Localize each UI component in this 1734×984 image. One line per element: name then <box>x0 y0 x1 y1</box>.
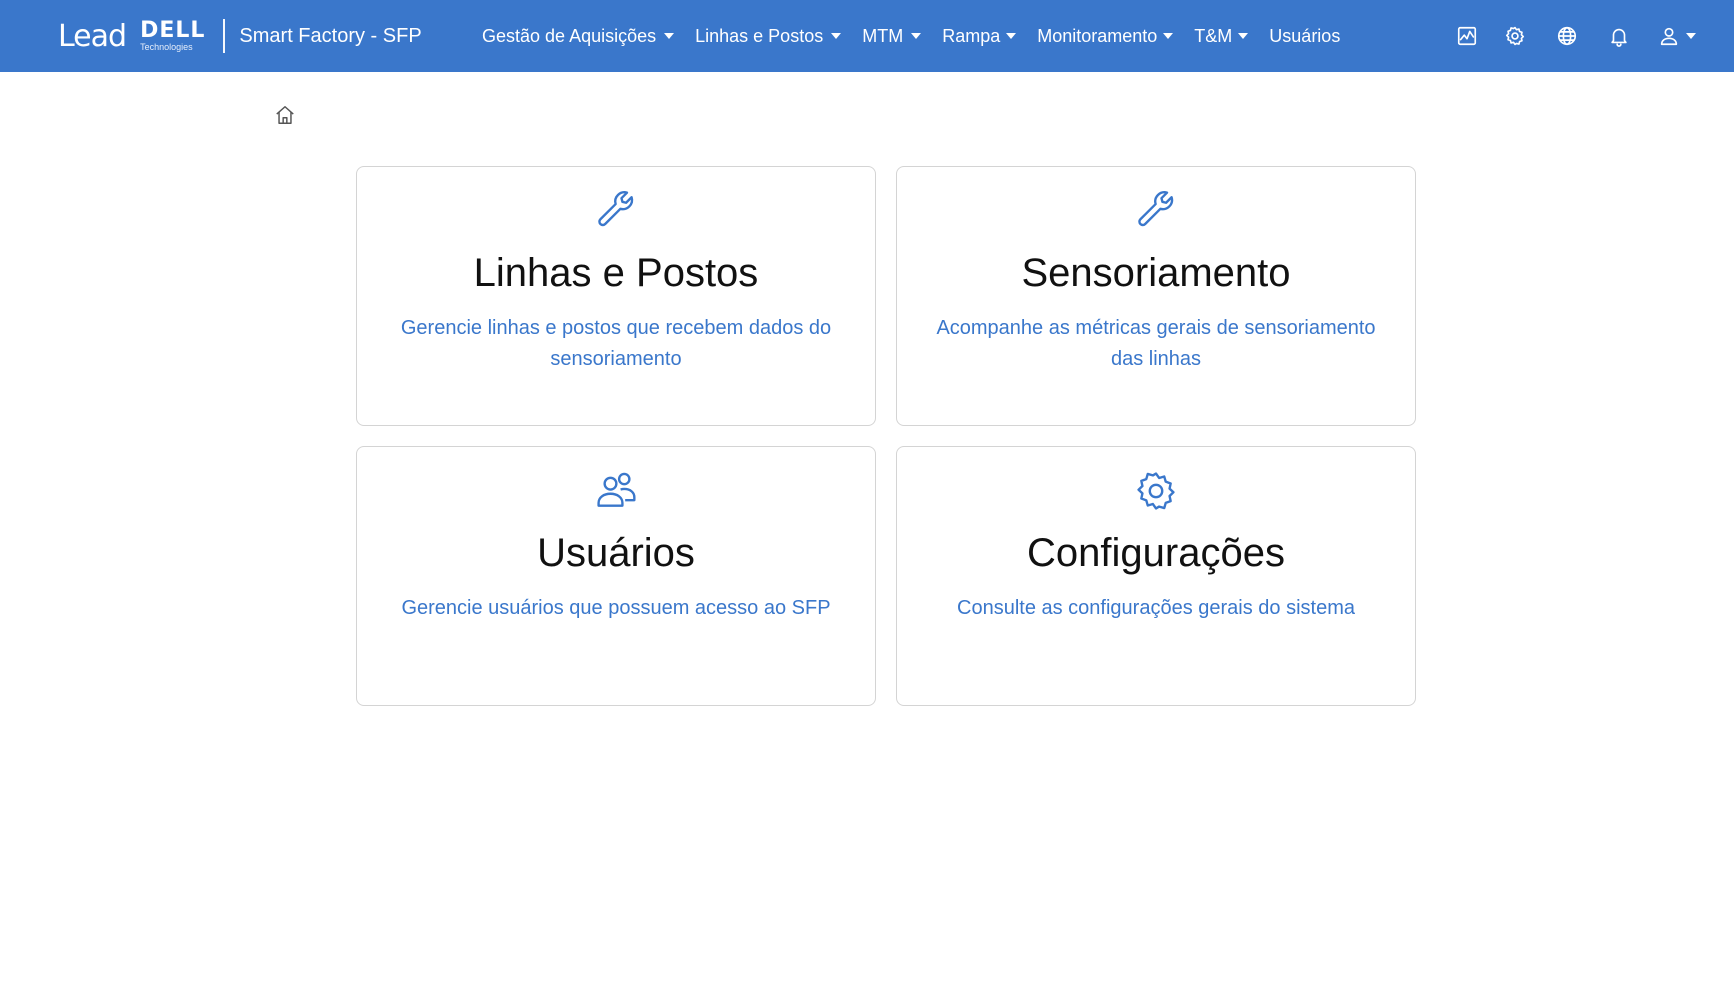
users-icon <box>357 469 875 513</box>
card-description: Gerencie usuários que possuem acesso ao … <box>401 597 831 619</box>
brand[interactable]: Lead DELL Technologies Smart Factory - S… <box>58 0 422 72</box>
dell-logo: DELL Technologies <box>140 20 205 52</box>
nav-usuarios[interactable]: Usuários <box>1269 26 1340 47</box>
caret-down-icon <box>1238 33 1249 39</box>
card-title: Configurações <box>1027 531 1285 575</box>
card-description: Acompanhe as métricas gerais de sensoria… <box>936 317 1376 370</box>
caret-down-icon <box>911 33 922 39</box>
nav-label: MTM <box>862 25 904 46</box>
card-description: Gerencie linhas e postos que recebem dad… <box>400 317 832 370</box>
main-nav: Gestão de Aquisições Linhas e Postos MTM… <box>482 0 1361 72</box>
nav-label: Monitoramento <box>1037 25 1158 46</box>
caret-down-icon <box>1163 33 1174 39</box>
caret-down-icon <box>664 33 675 39</box>
wrench-icon <box>357 189 875 233</box>
wrench-icon <box>897 189 1415 233</box>
nav-label: Linhas e Postos <box>695 25 824 46</box>
nav-tm[interactable]: T&M <box>1194 25 1249 47</box>
nav-mtm[interactable]: MTM <box>862 25 922 47</box>
toolbar-icons <box>1450 0 1696 72</box>
user-icon[interactable] <box>1656 23 1682 49</box>
dell-logo-subtext: Technologies <box>140 42 193 52</box>
lead-logo: Lead <box>58 18 127 54</box>
card-description: Consulte as configurações gerais do sist… <box>957 597 1355 619</box>
card-title: Usuários <box>537 531 695 575</box>
card-usuarios[interactable]: Usuários Gerencie usuários que possuem a… <box>356 446 876 706</box>
globe-icon[interactable] <box>1554 23 1580 49</box>
top-navbar: Lead DELL Technologies Smart Factory - S… <box>0 0 1734 72</box>
dell-logo-text: DELL <box>140 18 206 43</box>
nav-gestao-aquisicoes[interactable]: Gestão de Aquisições <box>482 25 675 47</box>
app-title: Smart Factory - SFP <box>239 24 422 47</box>
nav-label: Usuários <box>1269 25 1341 46</box>
card-title: Linhas e Postos <box>473 251 759 295</box>
nav-rampa[interactable]: Rampa <box>942 25 1017 47</box>
caret-down-icon[interactable] <box>1686 33 1696 39</box>
nav-label: Gestão de Aquisições <box>482 25 657 46</box>
gear-icon[interactable] <box>1502 23 1528 49</box>
caret-down-icon <box>831 33 842 39</box>
nav-monitoramento[interactable]: Monitoramento <box>1037 25 1174 47</box>
bell-icon[interactable] <box>1606 23 1632 49</box>
card-configuracoes[interactable]: Configurações Consulte as configurações … <box>896 446 1416 706</box>
nav-label: T&M <box>1194 25 1233 46</box>
gear-icon <box>897 469 1415 513</box>
card-sensoriamento[interactable]: Sensoriamento Acompanhe as métricas gera… <box>896 166 1416 426</box>
nav-linhas-postos[interactable]: Linhas e Postos <box>695 25 842 47</box>
nav-label: Rampa <box>942 25 1001 46</box>
brand-divider <box>223 19 226 53</box>
card-linhas-postos[interactable]: Linhas e Postos Gerencie linhas e postos… <box>356 166 876 426</box>
card-title: Sensoriamento <box>1021 251 1291 295</box>
home-icon[interactable] <box>274 104 296 126</box>
activity-chart-icon[interactable] <box>1454 23 1480 49</box>
caret-down-icon <box>1006 33 1017 39</box>
